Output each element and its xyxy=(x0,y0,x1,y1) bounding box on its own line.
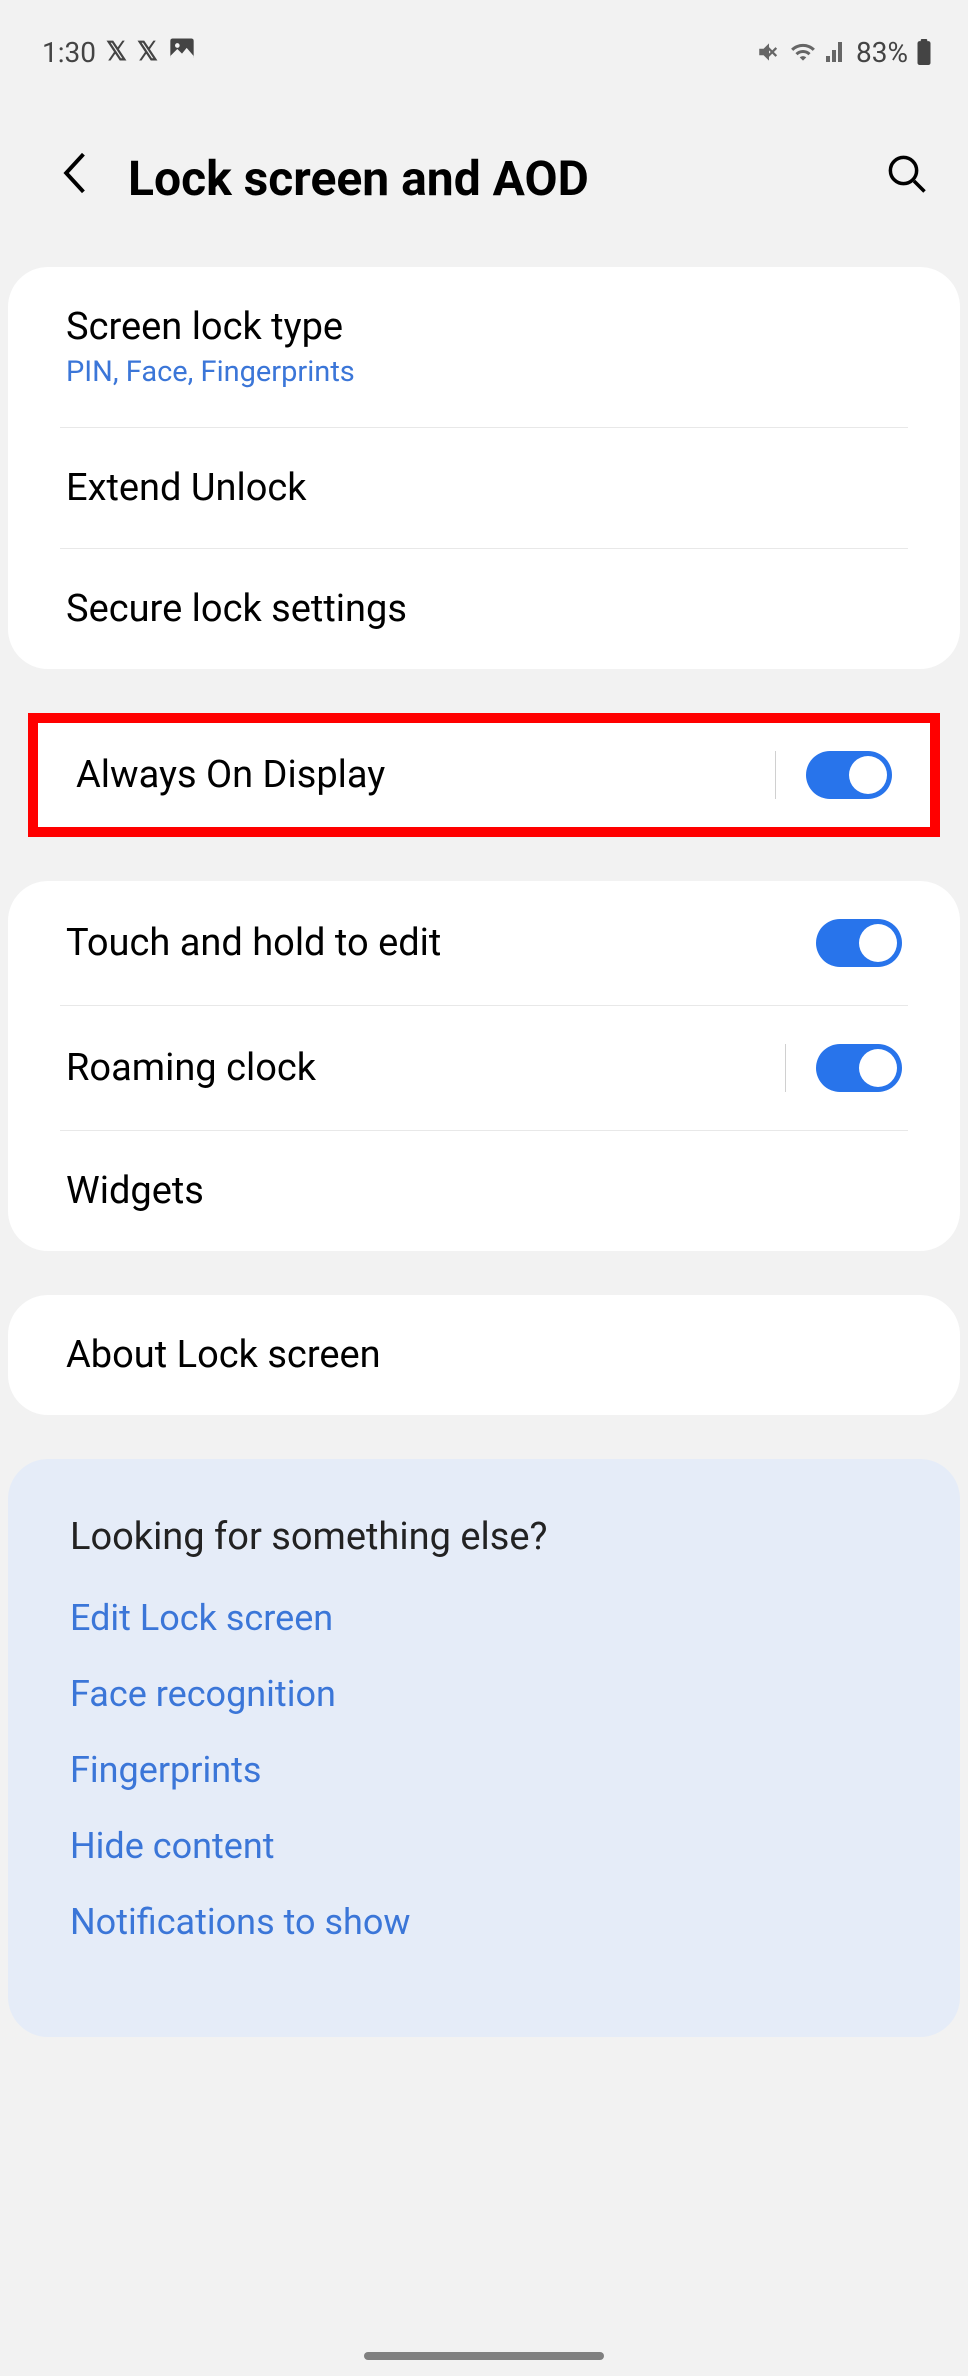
page-title: Lock screen and AOD xyxy=(128,150,846,207)
status-bar: 1:30 𝕏 𝕏 83% xyxy=(0,0,968,80)
widgets-row[interactable]: Widgets xyxy=(8,1131,960,1251)
customization-group: Touch and hold to edit Roaming clock Wid… xyxy=(8,881,960,1251)
row-title: About Lock screen xyxy=(66,1333,381,1377)
row-title: Touch and hold to edit xyxy=(66,921,441,965)
divider xyxy=(775,751,776,799)
status-bar-left: 1:30 𝕏 𝕏 xyxy=(42,35,196,70)
secure-lock-settings-row[interactable]: Secure lock settings xyxy=(8,549,960,669)
signal-icon xyxy=(824,40,848,64)
page-header: Lock screen and AOD xyxy=(0,80,968,267)
roaming-clock-toggle[interactable] xyxy=(816,1044,902,1092)
x-app-icon: 𝕏 xyxy=(106,37,127,67)
back-button[interactable] xyxy=(60,151,88,206)
search-button[interactable] xyxy=(886,153,928,205)
security-group: Screen lock type PIN, Face, Fingerprints… xyxy=(8,267,960,669)
aod-group-highlighted: Always On Display xyxy=(28,713,940,837)
touch-hold-edit-row[interactable]: Touch and hold to edit xyxy=(8,881,960,1005)
row-title: Extend Unlock xyxy=(66,466,307,510)
about-group: About Lock screen xyxy=(8,1295,960,1415)
status-bar-right: 83% xyxy=(756,36,932,69)
about-lock-screen-row[interactable]: About Lock screen xyxy=(8,1295,960,1415)
touch-hold-toggle[interactable] xyxy=(816,919,902,967)
roaming-clock-row[interactable]: Roaming clock xyxy=(8,1006,960,1130)
always-on-display-row[interactable]: Always On Display xyxy=(38,723,930,827)
wifi-icon xyxy=(790,39,816,65)
row-title: Screen lock type xyxy=(66,305,355,349)
status-time: 1:30 xyxy=(42,36,96,69)
extend-unlock-row[interactable]: Extend Unlock xyxy=(8,428,960,548)
battery-icon xyxy=(916,39,932,65)
suggestions-card: Looking for something else? Edit Lock sc… xyxy=(8,1459,960,2037)
row-title: Roaming clock xyxy=(66,1046,316,1090)
mute-icon xyxy=(756,39,782,65)
divider xyxy=(785,1044,786,1092)
x-app-icon-2: 𝕏 xyxy=(137,37,158,67)
suggestions-title: Looking for something else? xyxy=(70,1515,898,1559)
row-title: Widgets xyxy=(66,1169,204,1213)
picture-icon xyxy=(168,35,196,70)
suggestion-face-recognition[interactable]: Face recognition xyxy=(70,1673,898,1715)
battery-percentage: 83% xyxy=(856,36,908,69)
screen-lock-type-row[interactable]: Screen lock type PIN, Face, Fingerprints xyxy=(8,267,960,427)
row-title: Always On Display xyxy=(76,753,385,797)
row-subtitle: PIN, Face, Fingerprints xyxy=(66,355,355,389)
row-title: Secure lock settings xyxy=(66,587,407,631)
suggestion-fingerprints[interactable]: Fingerprints xyxy=(70,1749,898,1791)
suggestion-hide-content[interactable]: Hide content xyxy=(70,1825,898,1867)
suggestion-notifications[interactable]: Notifications to show xyxy=(70,1901,898,1943)
aod-toggle[interactable] xyxy=(806,751,892,799)
suggestion-edit-lock-screen[interactable]: Edit Lock screen xyxy=(70,1597,898,1639)
home-indicator[interactable] xyxy=(364,2352,604,2360)
